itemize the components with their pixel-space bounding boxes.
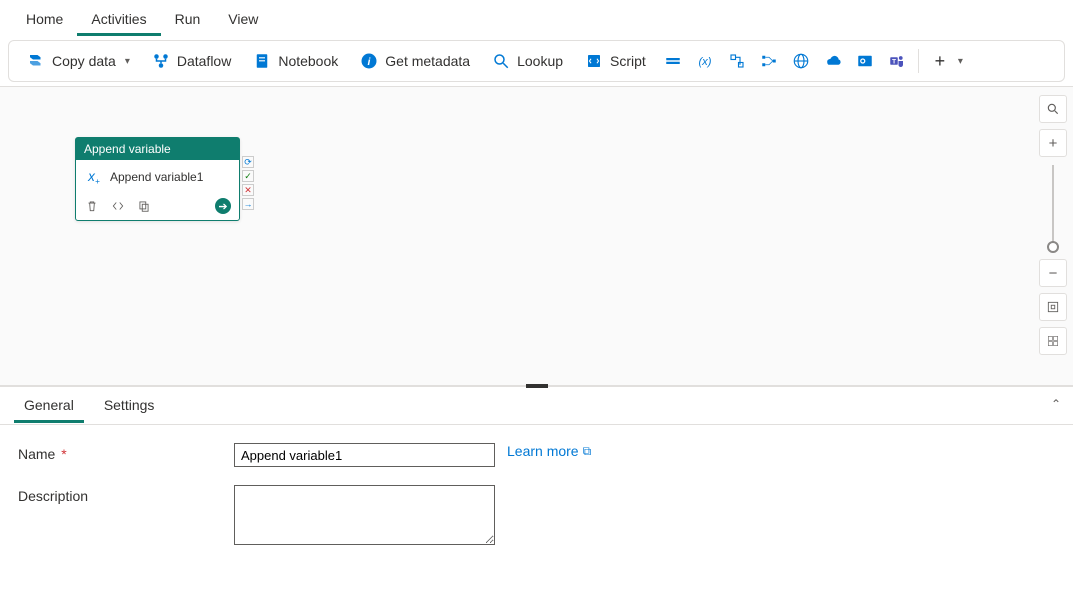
outcome-skip-handle[interactable]: → bbox=[242, 198, 254, 210]
canvas-search-button[interactable] bbox=[1039, 95, 1067, 123]
properties-panel: General Settings ⌃ Name * Learn more ⧉ D… bbox=[0, 386, 1073, 581]
outcome-completion-handle[interactable]: ⟳ bbox=[242, 156, 254, 168]
set-variable-icon bbox=[664, 52, 682, 70]
outlook-button[interactable] bbox=[850, 47, 880, 75]
activity-card-header: Append variable bbox=[76, 138, 239, 160]
activity-outcome-handles: ⟳ ✓ ✕ → bbox=[242, 156, 254, 210]
add-activity-button[interactable]: + ▾ bbox=[925, 47, 969, 75]
search-icon bbox=[492, 52, 510, 70]
append-variable-icon: (x) bbox=[696, 52, 714, 70]
notebook-icon bbox=[253, 52, 271, 70]
set-variable-button[interactable] bbox=[658, 47, 688, 75]
mapping-button[interactable] bbox=[754, 47, 784, 75]
zoom-out-button[interactable]: − bbox=[1039, 259, 1067, 287]
lookup-label: Lookup bbox=[517, 53, 563, 69]
zoom-slider-track[interactable] bbox=[1052, 165, 1054, 245]
teams-icon: T bbox=[888, 52, 906, 70]
activities-toolbar: Copy data ▾ Dataflow Notebook i Get meta… bbox=[8, 40, 1065, 82]
copy-data-label: Copy data bbox=[52, 53, 116, 69]
get-metadata-label: Get metadata bbox=[385, 53, 470, 69]
dataflow-icon bbox=[152, 52, 170, 70]
lookup-button[interactable]: Lookup bbox=[482, 47, 573, 75]
tab-view[interactable]: View bbox=[214, 5, 272, 36]
description-label: Description bbox=[18, 485, 234, 504]
panel-collapse-button[interactable]: ⌃ bbox=[1051, 397, 1061, 411]
script-icon bbox=[585, 52, 603, 70]
web-icon bbox=[792, 52, 810, 70]
append-variable-button[interactable]: (x) bbox=[690, 47, 720, 75]
azure-button[interactable] bbox=[818, 47, 848, 75]
learn-more-link[interactable]: Learn more ⧉ bbox=[507, 443, 591, 459]
copy-data-button[interactable]: Copy data ▾ bbox=[17, 47, 140, 75]
svg-text:+: + bbox=[95, 177, 100, 186]
activity-card-footer: ➔ bbox=[76, 194, 239, 220]
fit-screen-button[interactable] bbox=[1039, 293, 1067, 321]
copy-icon[interactable] bbox=[136, 198, 152, 214]
svg-text:(x): (x) bbox=[698, 56, 711, 68]
general-form: Name * Learn more ⧉ Description bbox=[0, 425, 1073, 581]
external-link-icon: ⧉ bbox=[583, 444, 592, 459]
pipeline-canvas[interactable]: Append variable x+ Append variable1 ➔ ⟳ … bbox=[0, 86, 1073, 386]
chevron-down-icon: ▾ bbox=[958, 56, 963, 67]
activity-card-body: x+ Append variable1 bbox=[76, 160, 239, 194]
plus-icon: + bbox=[931, 52, 949, 70]
required-marker: * bbox=[61, 446, 66, 462]
outlook-icon bbox=[856, 52, 874, 70]
panel-tabs: General Settings ⌃ bbox=[0, 387, 1073, 425]
arrow-right-icon[interactable]: ➔ bbox=[215, 198, 231, 214]
minimap-button[interactable] bbox=[1039, 327, 1067, 355]
panel-tab-settings[interactable]: Settings bbox=[94, 389, 165, 423]
outcome-failure-handle[interactable]: ✕ bbox=[242, 184, 254, 196]
script-button[interactable]: Script bbox=[575, 47, 656, 75]
top-nav-tabs: Home Activities Run View bbox=[0, 0, 1073, 36]
tab-home[interactable]: Home bbox=[12, 5, 77, 36]
variable-x-icon: x+ bbox=[84, 168, 102, 186]
copy-data-icon bbox=[27, 52, 45, 70]
description-input[interactable] bbox=[234, 485, 495, 545]
code-icon[interactable] bbox=[110, 198, 126, 214]
invoke-pipeline-button[interactable] bbox=[722, 47, 752, 75]
info-icon: i bbox=[360, 52, 378, 70]
invoke-pipeline-icon bbox=[728, 52, 746, 70]
zoom-in-button[interactable]: + bbox=[1039, 129, 1067, 157]
dataflow-label: Dataflow bbox=[177, 53, 231, 69]
teams-button[interactable]: T bbox=[882, 47, 912, 75]
delete-icon[interactable] bbox=[84, 198, 100, 214]
panel-tab-general[interactable]: General bbox=[14, 389, 84, 423]
toolbar-separator bbox=[918, 49, 919, 73]
zoom-slider-thumb[interactable] bbox=[1047, 241, 1059, 253]
notebook-button[interactable]: Notebook bbox=[243, 47, 348, 75]
script-label: Script bbox=[610, 53, 646, 69]
learn-more-label: Learn more bbox=[507, 443, 579, 459]
web-button[interactable] bbox=[786, 47, 816, 75]
get-metadata-button[interactable]: i Get metadata bbox=[350, 47, 480, 75]
notebook-label: Notebook bbox=[278, 53, 338, 69]
tab-activities[interactable]: Activities bbox=[77, 5, 160, 36]
chevron-down-icon: ▾ bbox=[125, 56, 130, 67]
azure-icon bbox=[824, 52, 842, 70]
tab-run[interactable]: Run bbox=[161, 5, 215, 36]
name-input[interactable] bbox=[234, 443, 495, 467]
activity-card-name: Append variable1 bbox=[110, 170, 203, 184]
canvas-controls: + − bbox=[1039, 95, 1067, 361]
mapping-icon bbox=[760, 52, 778, 70]
outcome-success-handle[interactable]: ✓ bbox=[242, 170, 254, 182]
name-label: Name * bbox=[18, 443, 234, 462]
activity-card-append-variable[interactable]: Append variable x+ Append variable1 ➔ bbox=[75, 137, 240, 221]
chevron-up-icon: ⌃ bbox=[1051, 397, 1061, 411]
dataflow-button[interactable]: Dataflow bbox=[142, 47, 241, 75]
